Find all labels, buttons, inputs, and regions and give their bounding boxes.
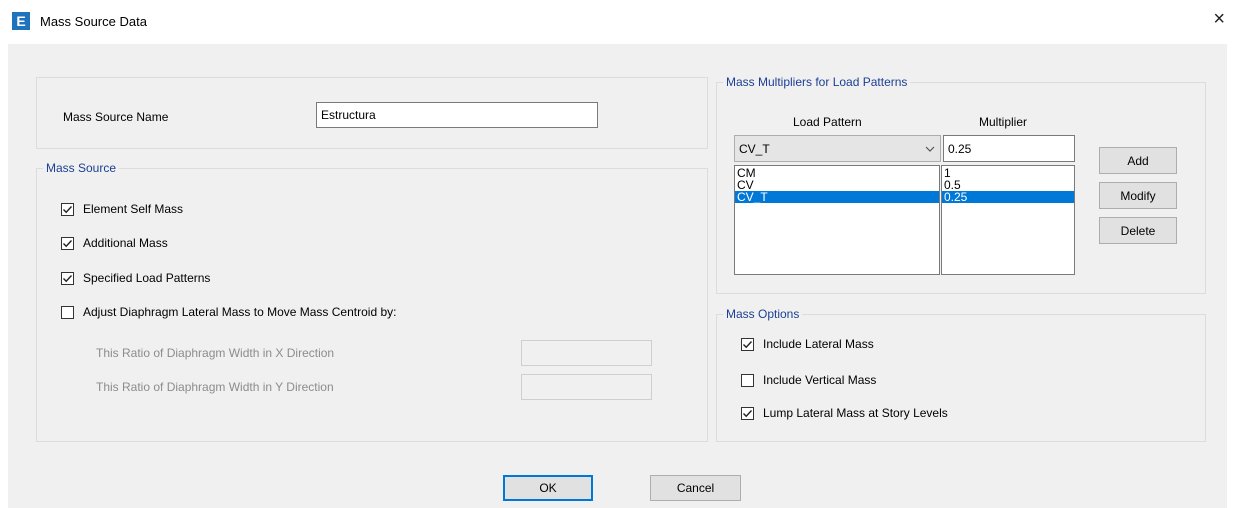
adjust-diaphragm-checkbox[interactable]	[61, 305, 74, 319]
multiplier-list[interactable]: 1 0.5 0.25	[941, 165, 1075, 275]
load-pattern-list-item-selected[interactable]: CV_T	[735, 191, 939, 203]
multiplier-column-header: Multiplier	[979, 115, 1028, 129]
load-pattern-list-item[interactable]: CM	[735, 167, 939, 179]
multiplier-list-item[interactable]: 1	[942, 167, 1074, 179]
load-pattern-dropdown-value: CV_T	[739, 141, 770, 156]
ratio-y-input[interactable]	[521, 374, 652, 400]
mass-source-legend: Mass Source	[43, 161, 120, 175]
mass-source-name-label: Mass Source Name	[63, 110, 169, 124]
include-lateral-mass-checkbox[interactable]	[741, 337, 754, 351]
mass-source-name-input[interactable]	[316, 102, 598, 128]
mass-source-group: Mass Source Element Self Mass Additional…	[36, 161, 708, 442]
additional-mass-checkbox[interactable]	[61, 236, 74, 250]
mass-multipliers-group: Mass Multipliers for Load Patterns Load …	[716, 75, 1206, 294]
load-pattern-dropdown[interactable]: CV_T	[734, 135, 941, 162]
specified-load-patterns-checkbox[interactable]	[61, 271, 74, 285]
cancel-button[interactable]: Cancel	[650, 475, 741, 501]
include-lateral-mass-row[interactable]: Include Lateral Mass	[741, 335, 874, 353]
add-button[interactable]: Add	[1099, 147, 1177, 174]
etabs-app-icon: E	[12, 12, 30, 30]
adjust-diaphragm-label: Adjust Diaphragm Lateral Mass to Move Ma…	[83, 305, 397, 319]
ok-button[interactable]: OK	[503, 475, 593, 501]
title-bar: E Mass Source Data ×	[0, 0, 1235, 44]
ratio-x-label: This Ratio of Diaphragm Width in X Direc…	[96, 346, 335, 360]
lump-lateral-mass-row[interactable]: Lump Lateral Mass at Story Levels	[741, 404, 948, 422]
include-lateral-mass-label: Include Lateral Mass	[763, 337, 874, 351]
ratio-x-input[interactable]	[521, 340, 652, 366]
multiplier-input[interactable]	[943, 135, 1075, 162]
adjust-diaphragm-row[interactable]: Adjust Diaphragm Lateral Mass to Move Ma…	[61, 303, 396, 321]
mass-multipliers-legend: Mass Multipliers for Load Patterns	[723, 75, 911, 89]
ratio-y-label: This Ratio of Diaphragm Width in Y Direc…	[96, 380, 334, 394]
element-self-mass-checkbox[interactable]	[61, 202, 74, 216]
specified-load-patterns-label: Specified Load Patterns	[83, 271, 211, 285]
include-vertical-mass-row[interactable]: Include Vertical Mass	[741, 371, 876, 389]
specified-load-patterns-row[interactable]: Specified Load Patterns	[61, 269, 210, 287]
window-title: Mass Source Data	[40, 14, 147, 29]
load-pattern-column-header: Load Pattern	[793, 115, 862, 129]
multiplier-list-item-selected[interactable]: 0.25	[942, 191, 1074, 203]
mass-source-name-panel: Mass Source Name	[36, 77, 708, 149]
chevron-down-icon	[925, 146, 935, 152]
lump-lateral-mass-checkbox[interactable]	[741, 406, 754, 420]
additional-mass-label: Additional Mass	[83, 236, 168, 250]
load-pattern-list[interactable]: CM CV CV_T	[734, 165, 940, 275]
element-self-mass-row[interactable]: Element Self Mass	[61, 200, 183, 218]
mass-options-group: Mass Options Include Lateral Mass Includ…	[716, 307, 1206, 442]
delete-button[interactable]: Delete	[1099, 217, 1177, 244]
element-self-mass-label: Element Self Mass	[83, 202, 184, 216]
include-vertical-mass-checkbox[interactable]	[741, 373, 754, 387]
dialog-body: Mass Source Name Mass Source Element Sel…	[8, 44, 1227, 508]
include-vertical-mass-label: Include Vertical Mass	[763, 373, 877, 387]
mass-options-legend: Mass Options	[723, 307, 803, 321]
modify-button[interactable]: Modify	[1099, 182, 1177, 209]
close-icon[interactable]: ×	[1213, 9, 1225, 29]
lump-lateral-mass-label: Lump Lateral Mass at Story Levels	[763, 406, 948, 420]
additional-mass-row[interactable]: Additional Mass	[61, 234, 168, 252]
